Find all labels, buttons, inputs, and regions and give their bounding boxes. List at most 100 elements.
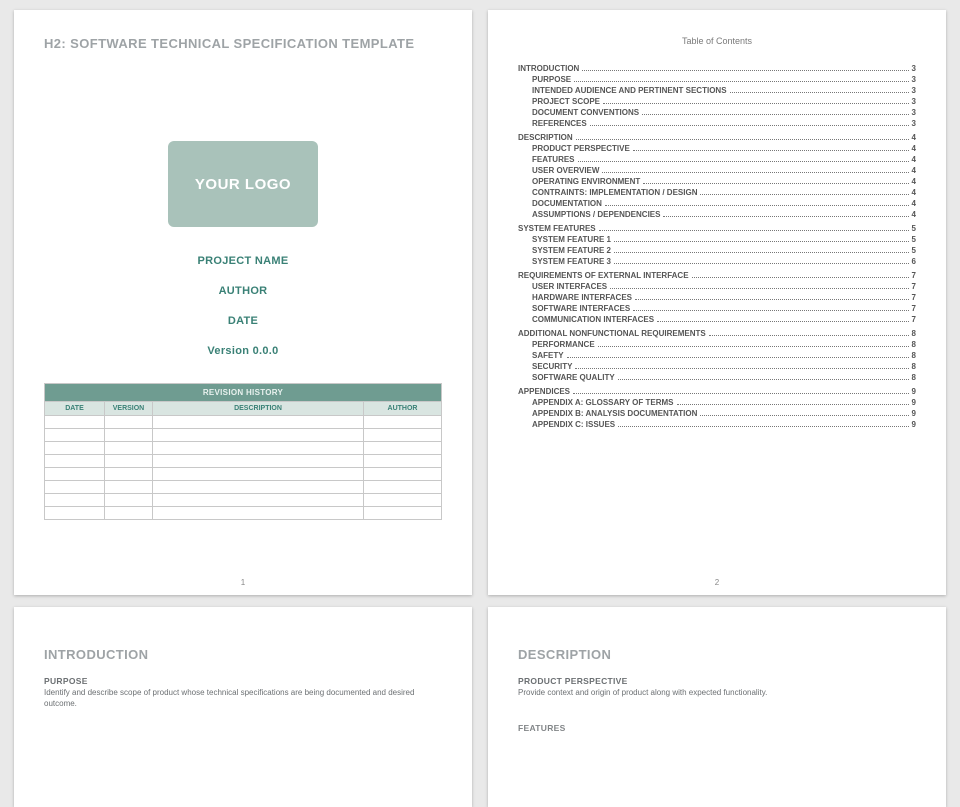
toc-page-number: 9: [912, 420, 916, 429]
toc-leader-dots: [700, 415, 908, 416]
revision-history-table: REVISION HISTORY DATE VERSION DESCRIPTIO…: [44, 383, 442, 520]
toc-entry: REQUIREMENTS OF EXTERNAL INTERFACE7: [518, 271, 916, 280]
toc-leader-dots: [610, 288, 908, 289]
toc-entry: OPERATING ENVIRONMENT4: [518, 177, 916, 186]
toc-label: INTENDED AUDIENCE AND PERTINENT SECTIONS: [532, 86, 727, 95]
toc-leader-dots: [633, 310, 908, 311]
toc-leader-dots: [614, 252, 909, 253]
toc-title: Table of Contents: [518, 36, 916, 46]
toc-entry: COMMUNICATION INTERFACES 7: [518, 315, 916, 324]
page-3: INTRODUCTION PURPOSE Identify and descri…: [14, 607, 472, 807]
toc-entry: INTENDED AUDIENCE AND PERTINENT SECTIONS…: [518, 86, 916, 95]
toc-page-number: 8: [912, 329, 916, 338]
toc-page-number: 4: [912, 155, 916, 164]
toc-entry: SYSTEM FEATURES5: [518, 224, 916, 233]
toc-leader-dots: [578, 161, 909, 162]
toc-leader-dots: [575, 368, 908, 369]
toc-page-number: 5: [912, 246, 916, 255]
toc-leader-dots: [692, 277, 909, 278]
toc-label: COMMUNICATION INTERFACES: [532, 315, 654, 324]
toc-entry: HARDWARE INTERFACES7: [518, 293, 916, 302]
toc-leader-dots: [603, 103, 909, 104]
toc-page-number: 6: [912, 257, 916, 266]
toc-page-number: 7: [912, 293, 916, 302]
toc-page-number: 3: [912, 97, 916, 106]
toc-label: PROJECT SCOPE: [532, 97, 600, 106]
toc-page-number: 3: [912, 119, 916, 128]
toc-label: REQUIREMENTS OF EXTERNAL INTERFACE: [518, 271, 689, 280]
toc-label: INTRODUCTION: [518, 64, 579, 73]
toc-label: SYSTEM FEATURE 3: [532, 257, 611, 266]
toc-leader-dots: [599, 230, 909, 231]
sub-heading-features: FEATURES: [518, 723, 916, 733]
toc-leader-dots: [642, 114, 908, 115]
toc-page-number: 8: [912, 351, 916, 360]
toc-label: OPERATING ENVIRONMENT: [532, 177, 640, 186]
document-title: H2: SOFTWARE TECHNICAL SPECIFICATION TEM…: [44, 36, 442, 51]
toc-page-number: 9: [912, 387, 916, 396]
toc-entry: USER OVERVIEW4: [518, 166, 916, 175]
toc-page-number: 8: [912, 340, 916, 349]
toc-page-number: 4: [912, 144, 916, 153]
toc-page-number: 8: [912, 362, 916, 371]
table-row: [45, 507, 442, 520]
toc-entry: FEATURES 4: [518, 155, 916, 164]
table-row: [45, 494, 442, 507]
body-text: Provide context and origin of product al…: [518, 688, 908, 699]
toc-leader-dots: [614, 241, 909, 242]
page-1: H2: SOFTWARE TECHNICAL SPECIFICATION TEM…: [14, 10, 472, 595]
toc-leader-dots: [663, 216, 908, 217]
toc-page-number: 4: [912, 188, 916, 197]
page-number: 2: [488, 578, 946, 587]
toc-label: PURPOSE: [532, 75, 571, 84]
toc-page-number: 4: [912, 199, 916, 208]
toc-leader-dots: [567, 357, 909, 358]
toc-label: DOCUMENT CONVENTIONS: [532, 108, 639, 117]
toc-leader-dots: [657, 321, 908, 322]
toc-label: DOCUMENTATION: [532, 199, 602, 208]
toc-label: SAFETY: [532, 351, 564, 360]
cover-project-name: PROJECT NAME: [44, 255, 442, 267]
rev-col-date: DATE: [45, 402, 105, 416]
table-row: [45, 429, 442, 442]
toc-entry: PRODUCT PERSPECTIVE4: [518, 144, 916, 153]
toc-leader-dots: [598, 346, 909, 347]
toc-leader-dots: [677, 404, 909, 405]
toc-leader-dots: [576, 139, 909, 140]
toc-entry: INTRODUCTION3: [518, 64, 916, 73]
table-row: [45, 442, 442, 455]
toc-leader-dots: [614, 263, 909, 264]
toc-leader-dots: [700, 194, 908, 195]
toc-label: CONTRAINTS: IMPLEMENTATION / DESIGN: [532, 188, 697, 197]
toc-entry: PERFORMANCE 8: [518, 340, 916, 349]
toc-label: PERFORMANCE: [532, 340, 595, 349]
body-text: Identify and describe scope of product w…: [44, 688, 434, 710]
table-row: [45, 468, 442, 481]
rev-col-version: VERSION: [105, 402, 153, 416]
rev-col-author: AUTHOR: [364, 402, 442, 416]
toc-label: SECURITY: [532, 362, 572, 371]
toc-label: DESCRIPTION: [518, 133, 573, 142]
toc-page-number: 7: [912, 315, 916, 324]
toc-label: ASSUMPTIONS / DEPENDENCIES: [532, 210, 660, 219]
toc-label: ADDITIONAL NONFUNCTIONAL REQUIREMENTS: [518, 329, 706, 338]
toc-label: APPENDIX B: ANALYSIS DOCUMENTATION: [532, 409, 697, 418]
toc-entry: ASSUMPTIONS / DEPENDENCIES4: [518, 210, 916, 219]
table-row: [45, 416, 442, 429]
toc-label: SYSTEM FEATURE 1: [532, 235, 611, 244]
toc-label: APPENDIX C: ISSUES: [532, 420, 615, 429]
toc-entry: PROJECT SCOPE 3: [518, 97, 916, 106]
rev-col-description: DESCRIPTION: [153, 402, 364, 416]
toc-entry: SAFETY 8: [518, 351, 916, 360]
toc-entry: ADDITIONAL NONFUNCTIONAL REQUIREMENTS 8: [518, 329, 916, 338]
page-4: DESCRIPTION PRODUCT PERSPECTIVE Provide …: [488, 607, 946, 807]
toc-entry: USER INTERFACES7: [518, 282, 916, 291]
toc-page-number: 3: [912, 75, 916, 84]
toc-page-number: 4: [912, 166, 916, 175]
toc-label: FEATURES: [532, 155, 575, 164]
table-row: [45, 481, 442, 494]
toc-leader-dots: [633, 150, 909, 151]
table-row: [45, 455, 442, 468]
toc-leader-dots: [605, 205, 909, 206]
sub-heading-product-perspective: PRODUCT PERSPECTIVE: [518, 676, 916, 686]
